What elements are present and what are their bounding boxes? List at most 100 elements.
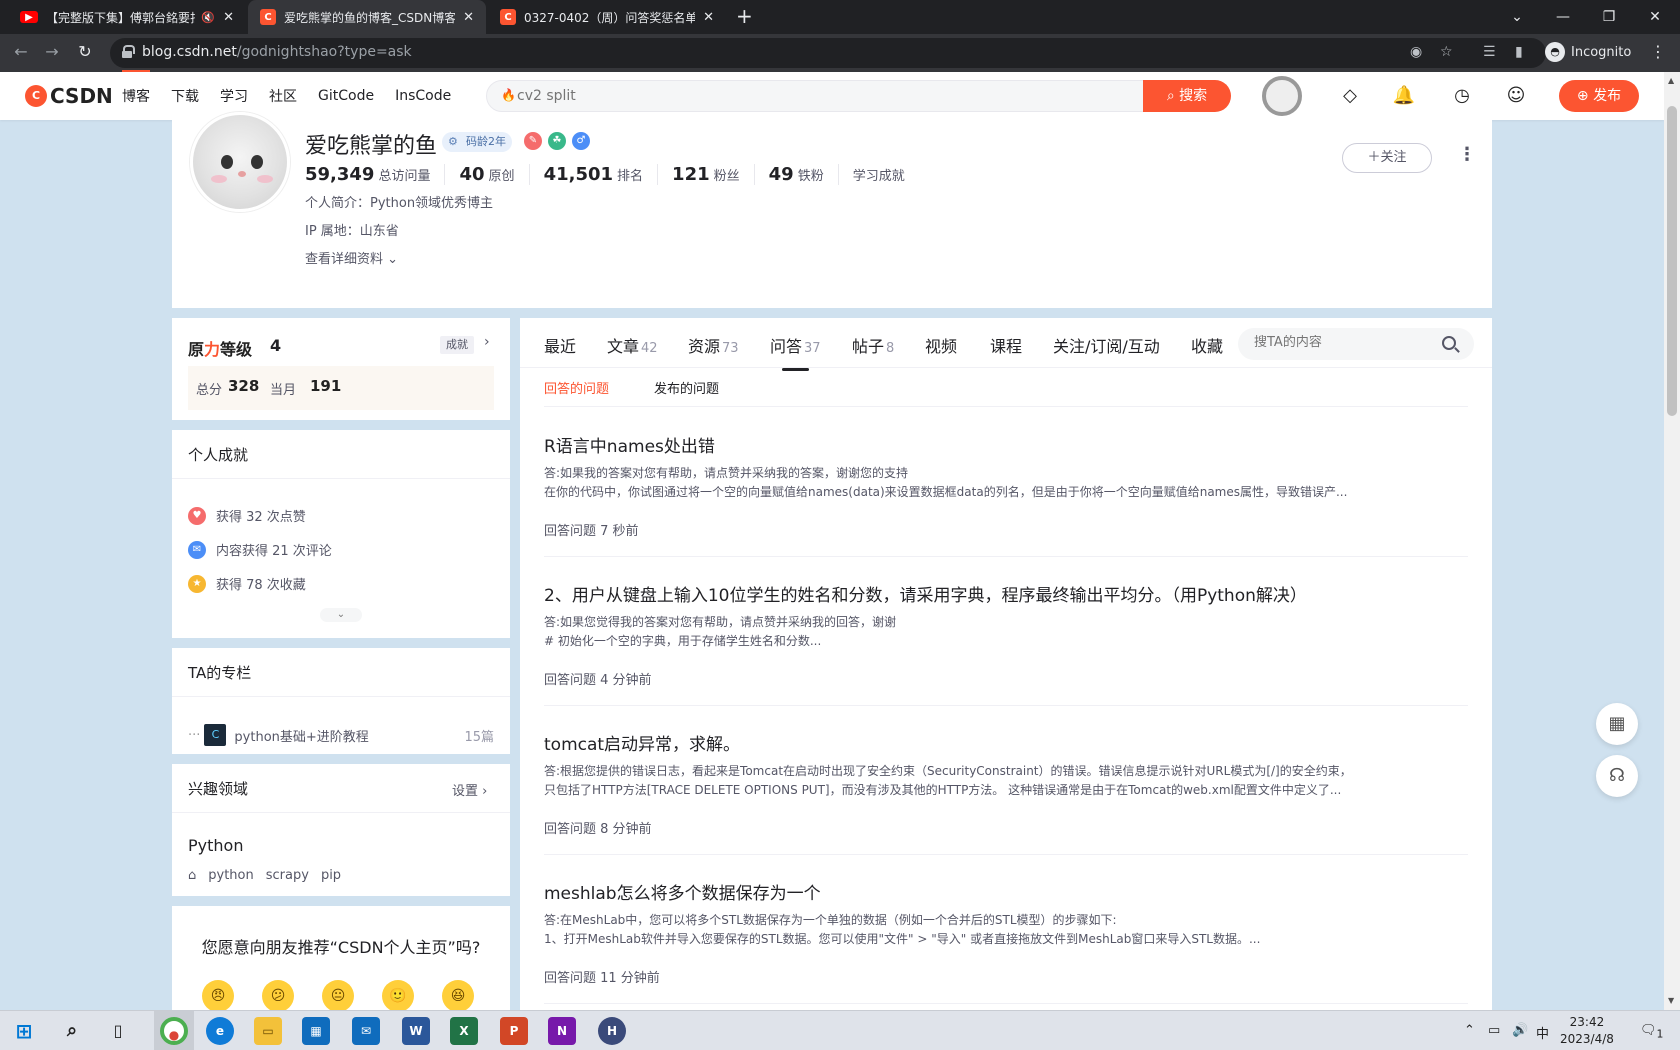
scroll-up-arrow-icon[interactable]: ▲ xyxy=(1668,76,1674,85)
achievement-tag[interactable]: 成就 xyxy=(440,336,474,354)
edge-icon[interactable]: e xyxy=(206,1017,234,1045)
tab-favorites[interactable]: 收藏 xyxy=(1191,333,1223,357)
task-view-icon[interactable]: ▯ xyxy=(104,1017,132,1045)
close-tab-icon[interactable]: ✕ xyxy=(223,10,234,25)
page-scrollbar[interactable]: ▲ ▼ xyxy=(1664,72,1680,1010)
subtab-asked[interactable]: 发布的问题 xyxy=(654,378,719,397)
nav-link-community[interactable]: 社区 xyxy=(269,86,297,106)
close-tab-icon[interactable]: ✕ xyxy=(463,10,474,25)
emoji-happy-button[interactable]: 🙂 xyxy=(382,980,414,1012)
chrome-icon[interactable]: ● xyxy=(160,1017,188,1045)
tab-courses[interactable]: 课程 xyxy=(990,333,1022,357)
column-item[interactable]: ··· C python基础+进阶教程 15篇 xyxy=(188,724,494,746)
stat-fans[interactable]: 121 粉丝 xyxy=(672,164,755,185)
bookmark-star-icon[interactable]: ☆ xyxy=(1440,44,1453,60)
app-icon[interactable]: H xyxy=(598,1017,626,1045)
search-button[interactable]: ⌕ 搜索 xyxy=(1143,80,1231,112)
close-window-button[interactable]: ✕ xyxy=(1632,0,1678,34)
word-icon[interactable]: W xyxy=(402,1017,430,1045)
lock-icon[interactable] xyxy=(122,45,135,58)
minimize-button[interactable]: — xyxy=(1540,0,1586,34)
taskbar-clock[interactable]: 23:42 2023/4/8 xyxy=(1560,1014,1614,1048)
qa-title[interactable]: tomcat启动异常，求解。 xyxy=(544,730,740,755)
nav-link-inscode[interactable]: InsCode xyxy=(395,88,451,104)
community-badge-icon[interactable]: ☘ xyxy=(548,132,566,150)
speaker-muted-icon[interactable]: 🔇 xyxy=(201,11,215,24)
eye-slash-icon[interactable]: ◉ xyxy=(1410,44,1422,60)
reload-icon[interactable]: ↻ xyxy=(73,42,97,61)
side-panel-icon[interactable]: ▮ xyxy=(1515,44,1523,60)
network-icon[interactable]: ▭ xyxy=(1488,1023,1500,1038)
scrollbar-thumb[interactable] xyxy=(1667,106,1677,416)
qa-title[interactable]: R语言中names处出错 xyxy=(544,432,715,457)
close-tab-icon[interactable]: ✕ xyxy=(703,10,714,25)
tab-follow-subscribe[interactable]: 关注/订阅/互动 xyxy=(1053,333,1160,357)
tab-search-icon[interactable]: ⌄ xyxy=(1494,0,1540,34)
qr-code-icon[interactable]: ▦ xyxy=(1596,703,1638,745)
stat-original[interactable]: 40 原创 xyxy=(459,164,530,185)
nav-link-download[interactable]: 下载 xyxy=(171,86,199,106)
notification-center-icon[interactable]: 🗨1 xyxy=(1640,1023,1663,1041)
nav-link-gitcode[interactable]: GitCode xyxy=(318,88,374,104)
emoji-confused-button[interactable]: 😕 xyxy=(262,980,294,1012)
reading-list-icon[interactable]: ☰ xyxy=(1483,44,1496,60)
view-details-link[interactable]: 查看详细资料 ⌄ xyxy=(305,248,398,267)
nav-link-learn[interactable]: 学习 xyxy=(220,86,248,106)
chevron-right-icon[interactable]: › xyxy=(484,334,490,350)
emoji-laugh-button[interactable]: 😆 xyxy=(442,980,474,1012)
store-icon[interactable]: ▦ xyxy=(302,1017,330,1045)
site-search-input[interactable] xyxy=(517,86,1117,106)
profile-avatar[interactable] xyxy=(190,112,290,212)
gender-badge-icon[interactable]: ♂ xyxy=(572,132,590,150)
stat-rank[interactable]: 41,501 排名 xyxy=(544,164,659,185)
user-avatar[interactable] xyxy=(1262,76,1302,116)
qa-title[interactable]: meshlab怎么将多个数据保存为一个 xyxy=(544,879,821,904)
new-tab-button[interactable]: + xyxy=(736,6,753,26)
browser-tab-youtube[interactable]: ▶ 【完整版下集】傅郭台銘要扫 🔇 ✕ xyxy=(8,0,246,34)
mail-icon[interactable]: ✉ xyxy=(352,1017,380,1045)
tray-chevron-up-icon[interactable]: ⌃ xyxy=(1464,1023,1475,1038)
browser-tab-csdn-award[interactable]: C 0327-0402（周）问答奖惩名单公 ✕ xyxy=(488,0,726,34)
forward-arrow-icon[interactable]: → xyxy=(40,42,64,61)
interest-tag[interactable]: scrapy xyxy=(266,868,309,883)
stat-views[interactable]: 59,349 总访问量 xyxy=(305,164,446,185)
content-search-input[interactable] xyxy=(1254,335,1434,350)
tab-recent[interactable]: 最近 xyxy=(544,333,576,357)
search-icon[interactable] xyxy=(1442,336,1456,350)
browser-tab-csdn-blog[interactable]: C 爱吃熊掌的鱼的博客_CSDN博客 ✕ xyxy=(248,0,486,34)
url-text[interactable]: blog.csdn.net/godnightshao?type=ask xyxy=(142,44,412,60)
creator-badge-icon[interactable]: ✎ xyxy=(524,132,542,150)
emoji-angry-button[interactable]: 😠 xyxy=(202,980,234,1012)
restore-button[interactable]: ❐ xyxy=(1586,0,1632,34)
subtab-answered[interactable]: 回答的问题 xyxy=(544,378,609,397)
incognito-indicator[interactable]: ◓ Incognito xyxy=(1545,42,1631,62)
powerpoint-icon[interactable]: P xyxy=(500,1017,528,1045)
windows-start-icon[interactable]: ⊞ xyxy=(10,1017,38,1045)
back-arrow-icon[interactable]: ← xyxy=(9,42,33,61)
volume-icon[interactable]: 🔊 xyxy=(1512,1023,1528,1038)
emoji-neutral-button[interactable]: 😐 xyxy=(322,980,354,1012)
interest-tag[interactable]: python xyxy=(208,868,253,883)
tab-resources[interactable]: 资源 73 xyxy=(688,333,739,357)
excel-icon[interactable]: X xyxy=(450,1017,478,1045)
file-explorer-icon[interactable]: ▭ xyxy=(254,1017,282,1045)
vip-diamond-icon[interactable]: ◇ xyxy=(1338,84,1362,108)
tab-articles[interactable]: 文章 42 xyxy=(607,333,658,357)
interest-tag[interactable]: pip xyxy=(321,868,341,883)
tab-videos[interactable]: 视频 xyxy=(925,333,957,357)
customer-service-headset-icon[interactable]: ☊ xyxy=(1596,755,1638,797)
qa-title[interactable]: 2、用户从键盘上输入10位学生的姓名和分数，请采用字典，程序最终输出平均分。（用… xyxy=(544,581,1307,606)
coding-age-badge[interactable]: 码龄2年 xyxy=(442,132,512,152)
tab-qa[interactable]: 问答 37 xyxy=(770,333,821,371)
taskbar-search-icon[interactable]: ⌕ xyxy=(58,1017,86,1045)
onenote-icon[interactable]: N xyxy=(548,1017,576,1045)
stat-achievements[interactable]: 学习成就 xyxy=(853,165,919,184)
ime-indicator[interactable]: 中 xyxy=(1536,1023,1549,1042)
scroll-down-arrow-icon[interactable]: ▼ xyxy=(1668,996,1674,1005)
address-bar[interactable]: blog.csdn.net/godnightshao?type=ask ◉ ☆ xyxy=(110,38,1546,68)
interests-settings-link[interactable]: 设置 › xyxy=(452,780,487,799)
tab-posts[interactable]: 帖子 8 xyxy=(852,333,894,357)
browser-menu-icon[interactable]: ⋮ xyxy=(1650,42,1666,61)
notification-bell-icon[interactable]: 🔔 xyxy=(1392,84,1416,108)
creation-bulb-icon[interactable]: ☺ xyxy=(1504,84,1528,108)
